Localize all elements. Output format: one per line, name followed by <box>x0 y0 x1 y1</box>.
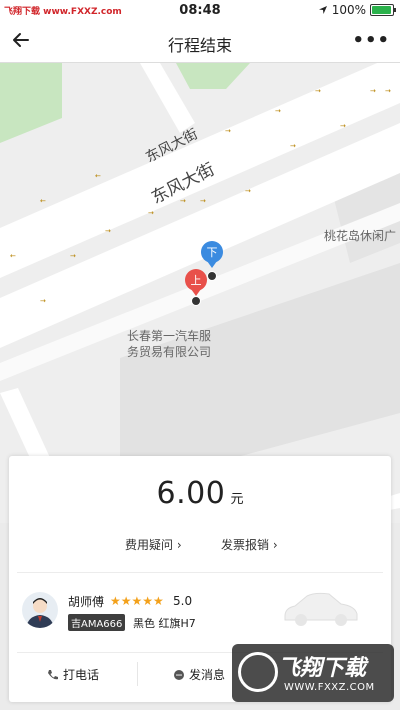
svg-text:→: → <box>225 127 231 135</box>
chevron-right-icon: › <box>176 538 182 552</box>
fare-question-link[interactable]: 费用疑问 › <box>125 536 182 553</box>
dropoff-dot <box>207 271 217 281</box>
svg-text:→: → <box>370 87 376 95</box>
svg-text:→: → <box>315 87 321 95</box>
svg-text:←: ← <box>95 172 101 180</box>
call-button[interactable]: 打电话 <box>47 666 99 683</box>
invoice-link[interactable]: 发票报销 › <box>221 536 278 553</box>
watermark-url: WWW.FXXZ.COM <box>284 682 375 693</box>
poi-company-line2: 务贸易有限公司 <box>127 345 212 359</box>
rating-value: 5.0 <box>173 594 193 608</box>
watermark-logo-icon <box>238 652 278 692</box>
divider <box>137 662 138 686</box>
svg-text:→: → <box>105 227 111 235</box>
fare-question-label: 费用疑问 <box>125 538 174 552</box>
svg-text:→: → <box>245 187 251 195</box>
driver-name: 胡师傅 <box>68 595 105 609</box>
svg-text:→: → <box>385 87 391 95</box>
dropoff-pin-tail <box>207 261 217 268</box>
svg-text:→: → <box>200 197 206 205</box>
message-button[interactable]: 发消息 <box>173 666 225 683</box>
phone-icon <box>48 669 58 679</box>
battery-icon <box>370 4 396 16</box>
svg-text:→: → <box>40 297 46 305</box>
car-icon <box>284 592 358 626</box>
chevron-right-icon: › <box>272 538 278 552</box>
car-info: 黑色 红旗H7 <box>133 617 196 630</box>
status-right: 100% <box>318 3 396 17</box>
location-arrow-icon <box>318 6 327 14</box>
pickup-dot <box>191 296 201 306</box>
driver-avatar-icon <box>26 598 54 628</box>
poi-company-line1: 长春第一汽车服 <box>127 329 212 343</box>
fare-unit: 元 <box>230 492 244 507</box>
svg-text:→: → <box>180 197 186 205</box>
svg-text:←: ← <box>40 197 46 205</box>
battery-percent: 100% <box>331 3 366 17</box>
svg-text:←: ← <box>10 252 16 260</box>
nav-bar: 行程结束 ••• <box>0 22 400 63</box>
pickup-pin-tail <box>191 289 201 296</box>
rating-stars: ★★★★★ <box>110 594 164 608</box>
call-label: 打电话 <box>63 668 100 682</box>
invoice-label: 发票报销 <box>221 538 270 552</box>
message-icon <box>174 669 184 680</box>
divider <box>17 572 383 573</box>
fare-amount: 6.00 元 <box>9 476 391 511</box>
dropoff-pin[interactable]: 下 <box>201 241 223 263</box>
svg-text:→: → <box>290 142 296 150</box>
watermark-badge: 飞翔下载 WWW.FXXZ.COM <box>232 644 394 702</box>
watermark-title: 飞翔下载 <box>278 656 367 681</box>
svg-text:→: → <box>70 252 76 260</box>
map-view[interactable]: → → → → ← ← ← → → → → → → → → → → 东风大街 东风大街 桃花岛休闲广… <box>0 63 400 523</box>
status-bar: 飞翔下载 www.FXXZ.com 08:48 100% <box>0 0 400 22</box>
plate-badge: 吉AMA666 <box>68 614 126 631</box>
fare-number: 6.00 <box>156 476 226 511</box>
svg-text:→: → <box>275 107 281 115</box>
svg-text:→: → <box>340 122 346 130</box>
more-icon[interactable]: ••• <box>352 30 390 51</box>
pickup-pin[interactable]: 上 <box>185 269 207 291</box>
page-title: 行程结束 <box>167 36 232 55</box>
message-label: 发消息 <box>189 668 226 682</box>
svg-text:→: → <box>148 209 154 217</box>
avatar[interactable] <box>22 592 58 628</box>
poi-label: 桃花岛休闲广 <box>324 229 397 243</box>
